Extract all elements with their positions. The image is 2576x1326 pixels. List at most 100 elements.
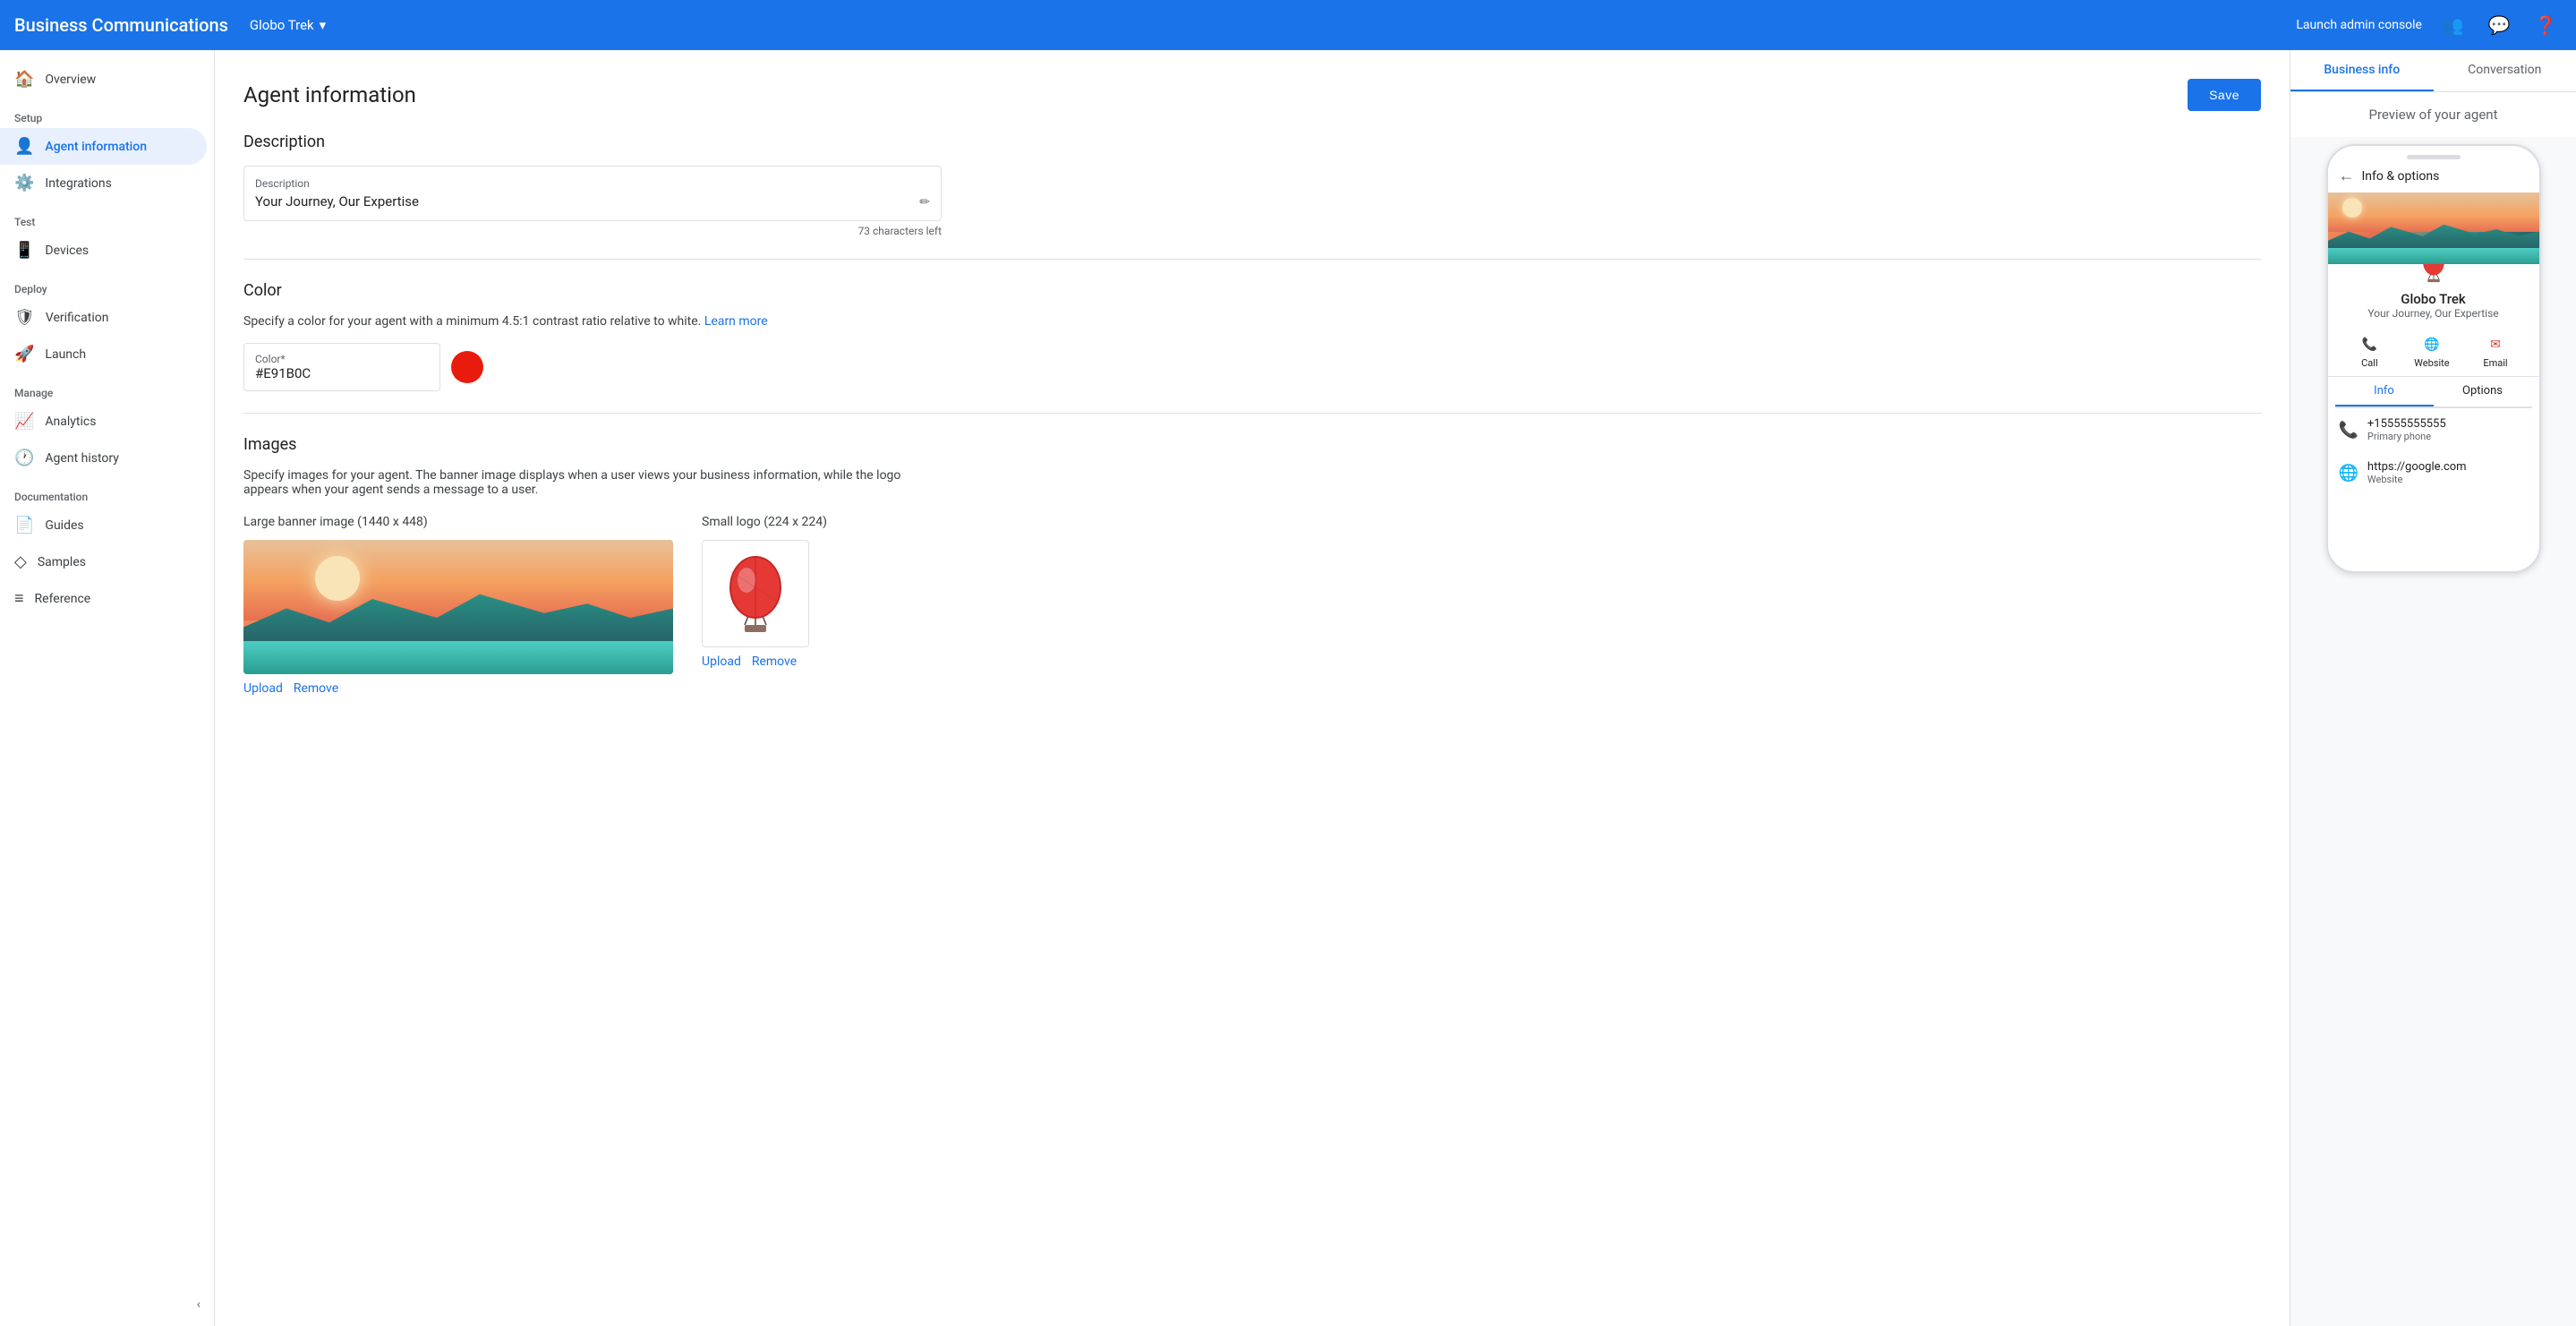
sidebar-item-label: Launch — [45, 347, 86, 362]
page-header: Agent information Save — [243, 79, 2261, 111]
tab-conversation[interactable]: Conversation — [2434, 50, 2576, 91]
color-field-wrap: Color* #E91B0C — [243, 343, 2261, 391]
banner-image — [243, 540, 673, 674]
phone-agent-name: Globo Trek — [2328, 291, 2539, 307]
banner-remove-link[interactable]: Remove — [294, 681, 338, 696]
phone-top-label: Info & options — [2362, 169, 2440, 184]
sidebar-item-integrations[interactable]: ⚙️ Integrations — [0, 165, 207, 201]
logo-image — [702, 540, 809, 647]
phone-tab-options[interactable]: Options — [2434, 377, 2532, 406]
manage-section-label: Manage — [0, 372, 214, 403]
brand-selector[interactable]: Globo Trek ▾ — [250, 17, 326, 33]
sidebar-item-label: Agent information — [45, 140, 147, 154]
balloon-svg — [720, 553, 791, 634]
divider-1 — [243, 259, 2261, 260]
phone-back-arrow-icon[interactable]: ← — [2339, 167, 2355, 185]
edit-icon[interactable]: ✏ — [919, 195, 930, 210]
phone-action-email[interactable]: ✉ Email — [2483, 334, 2507, 369]
right-panel: Business info Conversation Preview of yo… — [2290, 50, 2576, 1326]
top-nav-right: Launch admin console 👥 💬 ❓ — [2296, 9, 2562, 41]
sidebar: 🏠 Overview Setup 👤 Agent information ⚙️ … — [0, 50, 215, 1326]
phone-screen: ← Info & options — [2328, 159, 2539, 571]
logo-label: Small logo (224 x 224) — [702, 515, 827, 529]
reference-icon: ≡ — [14, 589, 24, 608]
main-content: Agent information Save Description Descr… — [215, 50, 2290, 1326]
phone-top-bar: ← Info & options — [2328, 159, 2539, 192]
color-value: #E91B0C — [255, 365, 429, 381]
sidebar-item-label: Analytics — [45, 415, 96, 429]
website-icon: 🌐 — [2421, 334, 2443, 355]
phone-banner-water — [2328, 248, 2539, 264]
sidebar-item-overview[interactable]: 🏠 Overview — [0, 61, 207, 98]
description-section-title: Description — [243, 133, 2261, 151]
sidebar-item-agent-history[interactable]: 🕐 Agent history — [0, 440, 207, 476]
sidebar-item-agent-information[interactable]: 👤 Agent information — [0, 128, 207, 165]
logo-upload-link[interactable]: Upload — [702, 654, 741, 669]
chevron-left-icon: ‹ — [197, 1297, 200, 1312]
banner-upload-link[interactable]: Upload — [243, 681, 283, 696]
layout: 🏠 Overview Setup 👤 Agent information ⚙️ … — [0, 50, 2576, 1326]
help-icon[interactable]: ❓ — [2529, 9, 2562, 41]
launch-admin-link[interactable]: Launch admin console — [2296, 18, 2422, 32]
guides-icon: 📄 — [14, 516, 34, 535]
analytics-icon: 📈 — [14, 412, 34, 431]
banner-label: Large banner image (1440 x 448) — [243, 515, 673, 529]
sidebar-item-label: Samples — [38, 555, 86, 569]
sidebar-item-guides[interactable]: 📄 Guides — [0, 507, 207, 543]
phone-tab-info[interactable]: Info — [2335, 377, 2434, 406]
sidebar-item-label: Verification — [46, 311, 109, 325]
sidebar-item-analytics[interactable]: 📈 Analytics — [0, 403, 207, 440]
phone-banner — [2328, 192, 2539, 264]
sidebar-item-label: Guides — [45, 518, 83, 533]
phone-action-call[interactable]: 📞 Call — [2358, 334, 2380, 369]
banner-water — [243, 641, 673, 675]
images-desc: Specify images for your agent. The banne… — [243, 468, 942, 497]
people-icon[interactable]: 👥 — [2436, 9, 2469, 41]
person-icon: 👤 — [14, 137, 34, 156]
preview-title: Preview of your agent — [2290, 92, 2576, 137]
phone-info-item-website: 🌐 https://google.com Website — [2328, 451, 2539, 494]
sidebar-item-samples[interactable]: ◇ Samples — [0, 543, 207, 580]
sidebar-item-reference[interactable]: ≡ Reference — [0, 580, 207, 617]
color-field[interactable]: Color* #E91B0C — [243, 343, 440, 391]
samples-icon: ◇ — [14, 552, 27, 571]
tab-business-info[interactable]: Business info — [2290, 50, 2434, 91]
phone-info-phone-text: +15555555555 Primary phone — [2367, 417, 2446, 442]
color-swatch[interactable] — [451, 351, 483, 383]
banner-col: Large banner image (1440 x 448) Upload R… — [243, 515, 673, 696]
sidebar-item-label: Overview — [45, 73, 96, 87]
phone-info-item-phone: 📞 +15555555555 Primary phone — [2328, 408, 2539, 451]
sidebar-item-launch[interactable]: 🚀 Launch — [0, 336, 207, 372]
sidebar-item-verification[interactable]: 🛡 Verification — [0, 299, 207, 336]
test-section-label: Test — [0, 201, 214, 232]
phone-action-website[interactable]: 🌐 Website — [2414, 334, 2449, 369]
color-note: Specify a color for your agent with a mi… — [243, 314, 2261, 329]
images-row: Large banner image (1440 x 448) Upload R… — [243, 515, 2261, 696]
banner-sun — [315, 556, 360, 601]
learn-more-link[interactable]: Learn more — [704, 314, 768, 329]
brand-dropdown-arrow: ▾ — [320, 17, 327, 33]
sidebar-collapse-button[interactable]: ‹ — [0, 1297, 215, 1312]
images-section-title: Images — [243, 435, 2261, 454]
color-section-title: Color — [243, 281, 2261, 300]
deploy-section-label: Deploy — [0, 269, 214, 299]
top-nav: Business Communications Globo Trek ▾ Lau… — [0, 0, 2576, 50]
email-icon: ✉ — [2485, 334, 2506, 355]
phone-info-phone-icon: 📞 — [2339, 421, 2358, 440]
documentation-section-label: Documentation — [0, 476, 214, 507]
phone-info-website-text: https://google.com Website — [2367, 460, 2467, 485]
phone-banner-sun — [2342, 198, 2362, 218]
images-section: Images Specify images for your agent. Th… — [243, 435, 2261, 696]
save-button[interactable]: Save — [2188, 79, 2261, 111]
page-title: Agent information — [243, 82, 416, 107]
right-panel-tabs: Business info Conversation — [2290, 50, 2576, 92]
logo-remove-link[interactable]: Remove — [752, 654, 797, 669]
description-value: Your Journey, Our Expertise — [255, 193, 930, 210]
chat-icon[interactable]: 💬 — [2483, 9, 2515, 41]
phone-info-tabs: Info Options — [2335, 377, 2532, 408]
phone-agent-desc: Your Journey, Our Expertise — [2328, 307, 2539, 320]
description-field[interactable]: Description Your Journey, Our Expertise … — [243, 166, 942, 221]
sidebar-item-label: Devices — [45, 244, 89, 258]
chars-left: 73 characters left — [243, 225, 942, 237]
sidebar-item-devices[interactable]: 📱 Devices — [0, 232, 207, 269]
